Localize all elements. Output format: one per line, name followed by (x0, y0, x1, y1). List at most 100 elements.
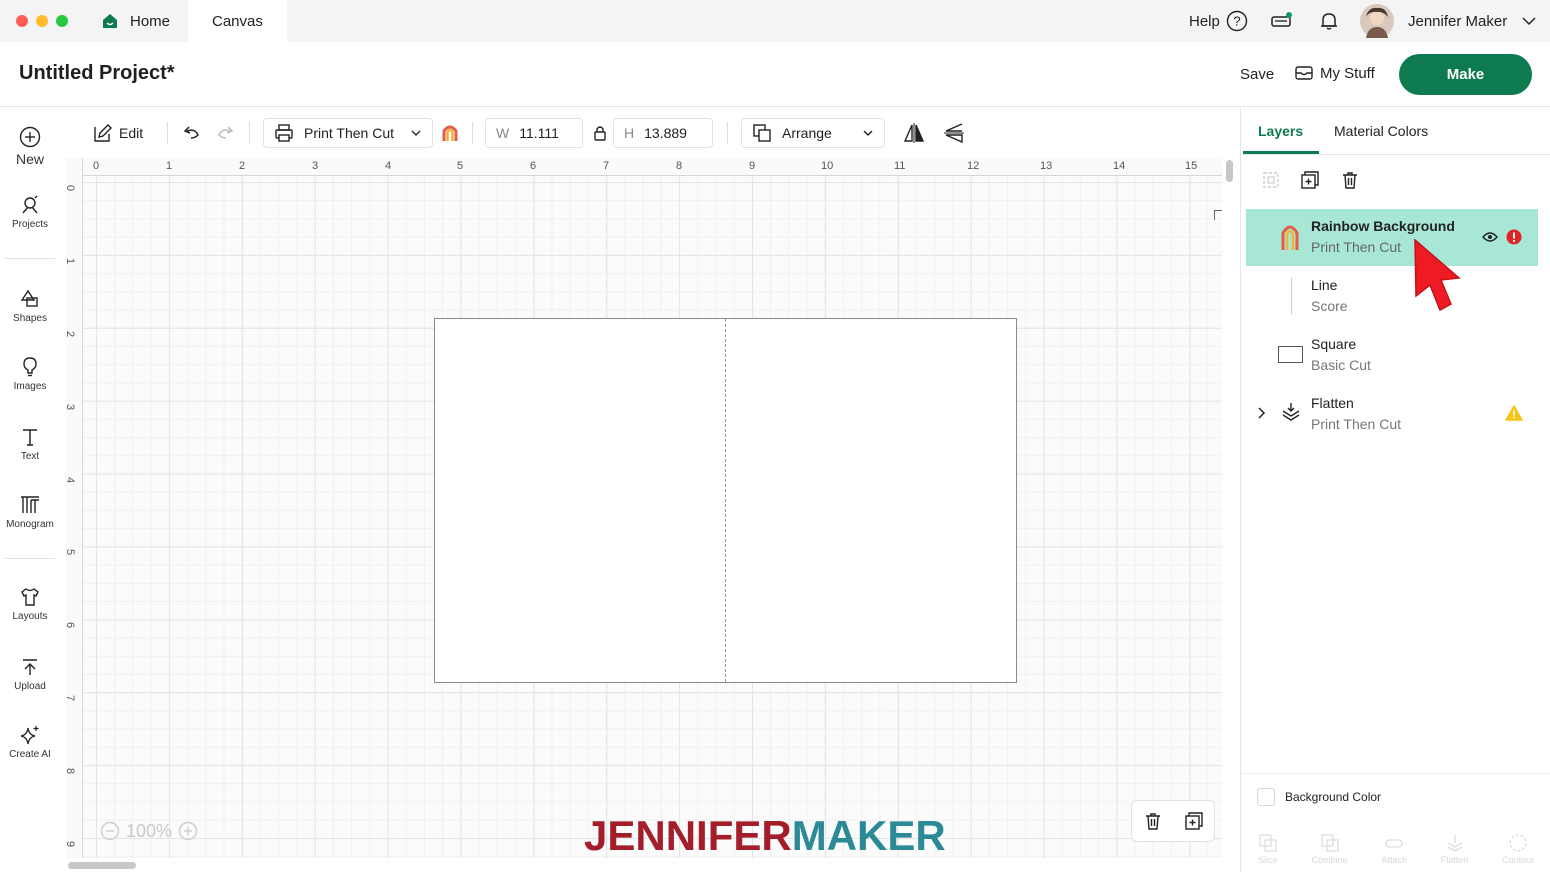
eye-icon[interactable] (1482, 230, 1498, 244)
layer-row-rainbow-background[interactable]: Rainbow Background Print Then Cut (1246, 209, 1538, 266)
zoom-out-icon[interactable] (100, 821, 120, 841)
save-button[interactable]: Save (1240, 66, 1274, 83)
redo-button[interactable] (215, 118, 235, 148)
background-color-checkbox[interactable] (1257, 788, 1275, 806)
ruler-tick-label: 10 (821, 160, 834, 172)
layer-name: Flatten (1311, 395, 1354, 411)
trash-icon[interactable] (1143, 811, 1163, 831)
ruler-tick-label: 1 (166, 160, 173, 172)
sparkle-icon (20, 726, 39, 745)
maximize-window-button[interactable] (56, 15, 68, 27)
left-sidebar: New Projects Shapes Images Text Monogram… (0, 108, 60, 872)
tab-material-colors[interactable]: Material Colors (1334, 123, 1428, 139)
help-button[interactable]: Help ? (1189, 0, 1248, 42)
arrange-select[interactable]: Arrange (741, 118, 885, 148)
zoom-level: 100% (126, 820, 173, 841)
sidebar-item-create-ai[interactable]: Create AI (0, 724, 60, 760)
horizontal-scrollbar[interactable] (68, 862, 136, 869)
ruler-tick-label: 0 (64, 184, 77, 192)
toolbar-divider (472, 122, 473, 144)
my-stuff-button[interactable]: My Stuff (1294, 64, 1375, 82)
trash-icon[interactable] (1340, 170, 1360, 195)
help-label: Help (1189, 12, 1220, 30)
layer-row-line[interactable]: Line Score (1246, 268, 1538, 325)
plus-circle-icon (19, 126, 41, 148)
layer-row-flatten[interactable]: Flatten Print Then Cut (1246, 386, 1538, 443)
sidebar-item-label: Monogram (6, 519, 54, 530)
make-button[interactable]: Make (1399, 54, 1532, 95)
slice-button[interactable]: Slice (1258, 833, 1278, 865)
sidebar-item-label: Layouts (12, 611, 48, 622)
chevron-right-icon[interactable] (1255, 406, 1267, 420)
ruler-tick-label: 7 (64, 694, 77, 702)
sidebar-item-shapes[interactable]: Shapes (0, 288, 60, 324)
tab-layers[interactable]: Layers (1258, 123, 1303, 139)
ruler-tick-label: 4 (64, 476, 77, 484)
combine-button[interactable]: Combine (1312, 833, 1348, 865)
text-icon (23, 429, 37, 446)
flip-horizontal-icon[interactable] (903, 118, 925, 148)
flip-vertical-icon[interactable] (943, 118, 965, 148)
group-icon[interactable] (1261, 170, 1281, 195)
tab-canvas[interactable]: Canvas (188, 0, 287, 42)
height-field[interactable]: H 13.889 (613, 118, 713, 148)
close-window-button[interactable] (16, 15, 28, 27)
sidebar-item-label: Projects (11, 219, 49, 230)
score-line[interactable] (725, 319, 726, 682)
layer-name: Rainbow Background (1311, 218, 1455, 234)
panel-divider (1241, 154, 1550, 155)
ruler-tick-label: 3 (312, 160, 319, 172)
flatten-button[interactable]: Flatten (1441, 833, 1468, 865)
ruler-tick-label: 7 (603, 160, 610, 172)
vertical-scrollbar[interactable] (1226, 160, 1233, 182)
tab-home[interactable]: Home (100, 0, 170, 42)
attach-label: Attach (1381, 855, 1407, 865)
attach-button[interactable]: Attach (1381, 833, 1407, 865)
ruler-tick-label: 5 (64, 548, 77, 556)
minimize-window-button[interactable] (36, 15, 48, 27)
ruler-tick-label: 2 (239, 160, 246, 172)
slice-icon (1259, 834, 1277, 852)
duplicate-icon[interactable] (1300, 170, 1320, 195)
user-menu[interactable]: Jennifer Maker (1360, 0, 1537, 42)
zoom-in-icon[interactable] (178, 821, 198, 841)
sidebar-item-layouts[interactable]: Layouts (0, 586, 60, 622)
right-panel: Layers Material Colors Rainbow Backgroun… (1240, 108, 1550, 872)
error-icon[interactable] (1506, 229, 1522, 245)
layer-row-square[interactable]: Square Basic Cut (1246, 327, 1538, 384)
lock-icon[interactable] (593, 118, 607, 148)
layer-bottom-tools: Slice Combine Attach Flatten Contour (1241, 826, 1550, 872)
chevron-down-icon (1522, 17, 1536, 26)
sidebar-item-upload[interactable]: Upload (0, 656, 60, 692)
background-color-toggle[interactable]: Background Color (1257, 788, 1381, 806)
width-field[interactable]: W 11.111 (485, 118, 583, 148)
duplicate-icon[interactable] (1184, 811, 1204, 831)
sidebar-item-new[interactable]: New (0, 126, 60, 167)
arrange-icon (753, 124, 771, 142)
sidebar-item-monogram[interactable]: Monogram (0, 494, 60, 530)
contour-button[interactable]: Contour (1502, 833, 1534, 865)
card-design-square[interactable] (434, 318, 1017, 683)
avatar (1360, 4, 1394, 38)
sidebar-item-label: Images (13, 381, 47, 392)
material-swatch-icon[interactable] (441, 118, 459, 148)
contour-label: Contour (1502, 855, 1535, 865)
undo-button[interactable] (182, 118, 202, 148)
project-title[interactable]: Untitled Project* (19, 62, 175, 85)
edit-toolbar: Edit Print Then Cut W 11.111 H 13.889 Ar… (65, 108, 1240, 158)
rainbow-thumbnail-icon (1281, 225, 1299, 250)
lightbulb-icon (23, 357, 37, 377)
inbox-icon (1295, 66, 1313, 80)
bell-icon[interactable] (1318, 0, 1340, 42)
sidebar-item-images[interactable]: Images (0, 356, 60, 392)
width-value: 11.111 (519, 125, 559, 141)
operation-label: Print Then Cut (304, 125, 395, 141)
machine-icon[interactable] (1270, 0, 1294, 42)
edit-button[interactable]: Edit (93, 118, 143, 148)
ruler-tick-label: 5 (457, 160, 464, 172)
chevron-down-icon (863, 130, 873, 136)
warning-icon[interactable] (1505, 405, 1523, 421)
sidebar-item-projects[interactable]: Projects (0, 194, 60, 230)
sidebar-item-text[interactable]: Text (0, 426, 60, 462)
operation-select[interactable]: Print Then Cut (263, 118, 433, 148)
